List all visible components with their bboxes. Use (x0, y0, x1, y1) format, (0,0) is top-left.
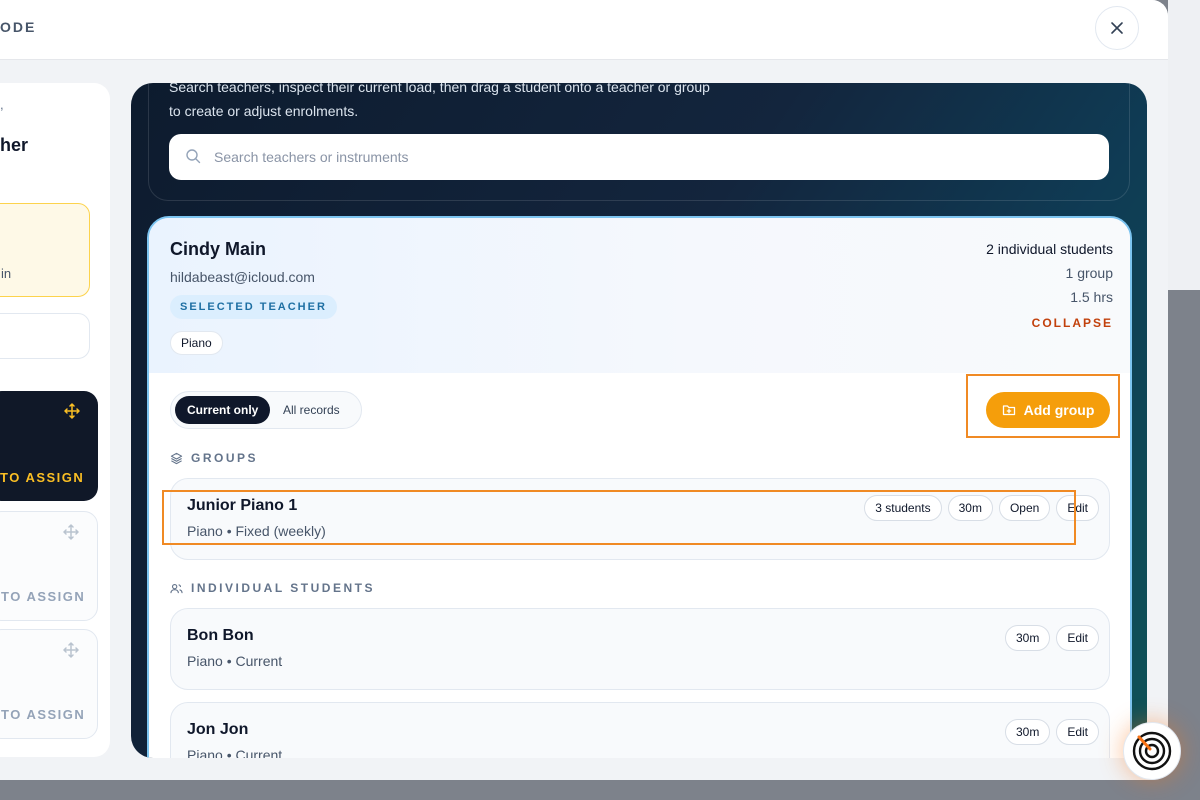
student-subtitle: Piano • Current (187, 653, 283, 669)
duration-pill: 30m (1004, 719, 1051, 745)
student-card[interactable]: TO ASSIGN (0, 511, 98, 621)
teacher-panel: Search teachers, inspect their current l… (131, 83, 1147, 758)
selected-teacher-badge: SELECTED TEACHER (170, 295, 337, 319)
assign-label: TO ASSIGN (1, 589, 86, 604)
hours-total: 1.5 hrs (1070, 289, 1113, 305)
close-button[interactable] (1095, 6, 1139, 50)
assign-label: TO ASSIGN (1, 707, 86, 722)
student-name: Bon Bon (187, 627, 254, 644)
intro-text: Search teachers, inspect their current l… (169, 83, 789, 123)
filter-current-only[interactable]: Current only (175, 396, 271, 424)
student-row[interactable]: Bon Bon Piano • Current 30m Edit (170, 608, 1110, 690)
teacher-card-header: Cindy Main hildabeast@icloud.com SELECTE… (149, 218, 1130, 373)
group-count: 1 group (1065, 265, 1113, 281)
student-search-input[interactable] (0, 313, 90, 359)
student-subtitle: Piano • Current (187, 747, 283, 758)
student-list-panel: , her in TO ASSIGN TO ASSIGN TO ASSIGN (0, 83, 110, 757)
add-group-button[interactable]: Add group (986, 392, 1110, 428)
teacher-name: Cindy Main (170, 239, 267, 259)
search-icon (186, 149, 201, 164)
student-row-actions: 30m Edit (1004, 625, 1099, 651)
teacher-email: hildabeast@icloud.com (170, 269, 315, 285)
info-note-text: in (1, 266, 12, 281)
layers-icon (170, 452, 183, 464)
edit-student-button[interactable]: Edit (1056, 719, 1099, 745)
individual-count: 2 individual students (986, 241, 1113, 257)
search-placeholder: Search teachers or instruments (214, 149, 409, 165)
drag-handle-icon[interactable] (63, 642, 79, 658)
intro-line: to create or adjust enrolments. (169, 103, 359, 119)
drag-handle-icon[interactable] (64, 403, 80, 419)
groups-section-label: GROUPS (170, 451, 258, 465)
student-name: Jon Jon (187, 721, 249, 738)
edit-student-button[interactable]: Edit (1056, 625, 1099, 651)
teacher-search-input[interactable]: Search teachers or instruments (169, 134, 1109, 180)
close-icon (1111, 22, 1123, 34)
assistant-logo-icon (1132, 731, 1172, 771)
instrument-chip: Piano (170, 331, 223, 355)
users-icon (170, 583, 183, 593)
student-card[interactable]: TO ASSIGN (0, 391, 98, 501)
add-group-label: Add group (1023, 402, 1095, 418)
students-section-label: INDIVIDUAL STUDENTS (170, 581, 375, 595)
groups-label-text: GROUPS (191, 451, 259, 465)
teacher-stats: 2 individual students 1 group 1.5 hrs (986, 237, 1113, 309)
background-page-strip (1168, 0, 1200, 290)
modal-title: ODE (0, 19, 37, 35)
teacher-card[interactable]: Cindy Main hildabeast@icloud.com SELECTE… (147, 216, 1132, 758)
highlight-box (162, 490, 1076, 545)
drag-handle-icon[interactable] (63, 524, 79, 540)
folder-plus-icon (1002, 405, 1015, 416)
intro-line: Search teachers, inspect their current l… (169, 83, 710, 95)
student-card[interactable]: TO ASSIGN (0, 629, 98, 739)
filter-all-records[interactable]: All records (283, 396, 340, 424)
duration-pill: 30m (1004, 625, 1051, 651)
assignment-modal: ODE , her in TO ASSIGN TO ASSIGN TO ASSI… (0, 0, 1168, 780)
students-label-text: INDIVIDUAL STUDENTS (191, 581, 375, 595)
records-filter-toggle: Current only All records (170, 391, 362, 429)
modal-header: ODE (0, 0, 1168, 60)
assign-label: TO ASSIGN (0, 470, 85, 485)
info-note: in (0, 203, 90, 297)
assistant-button[interactable] (1123, 722, 1181, 780)
student-row-actions: 30m Edit (1004, 719, 1099, 745)
student-row[interactable]: Jon Jon Piano • Current 30m Edit (170, 702, 1110, 758)
panel-eyebrow: , (0, 97, 4, 112)
panel-title: her (0, 135, 29, 155)
collapse-button[interactable]: COLLAPSE (1032, 316, 1113, 330)
